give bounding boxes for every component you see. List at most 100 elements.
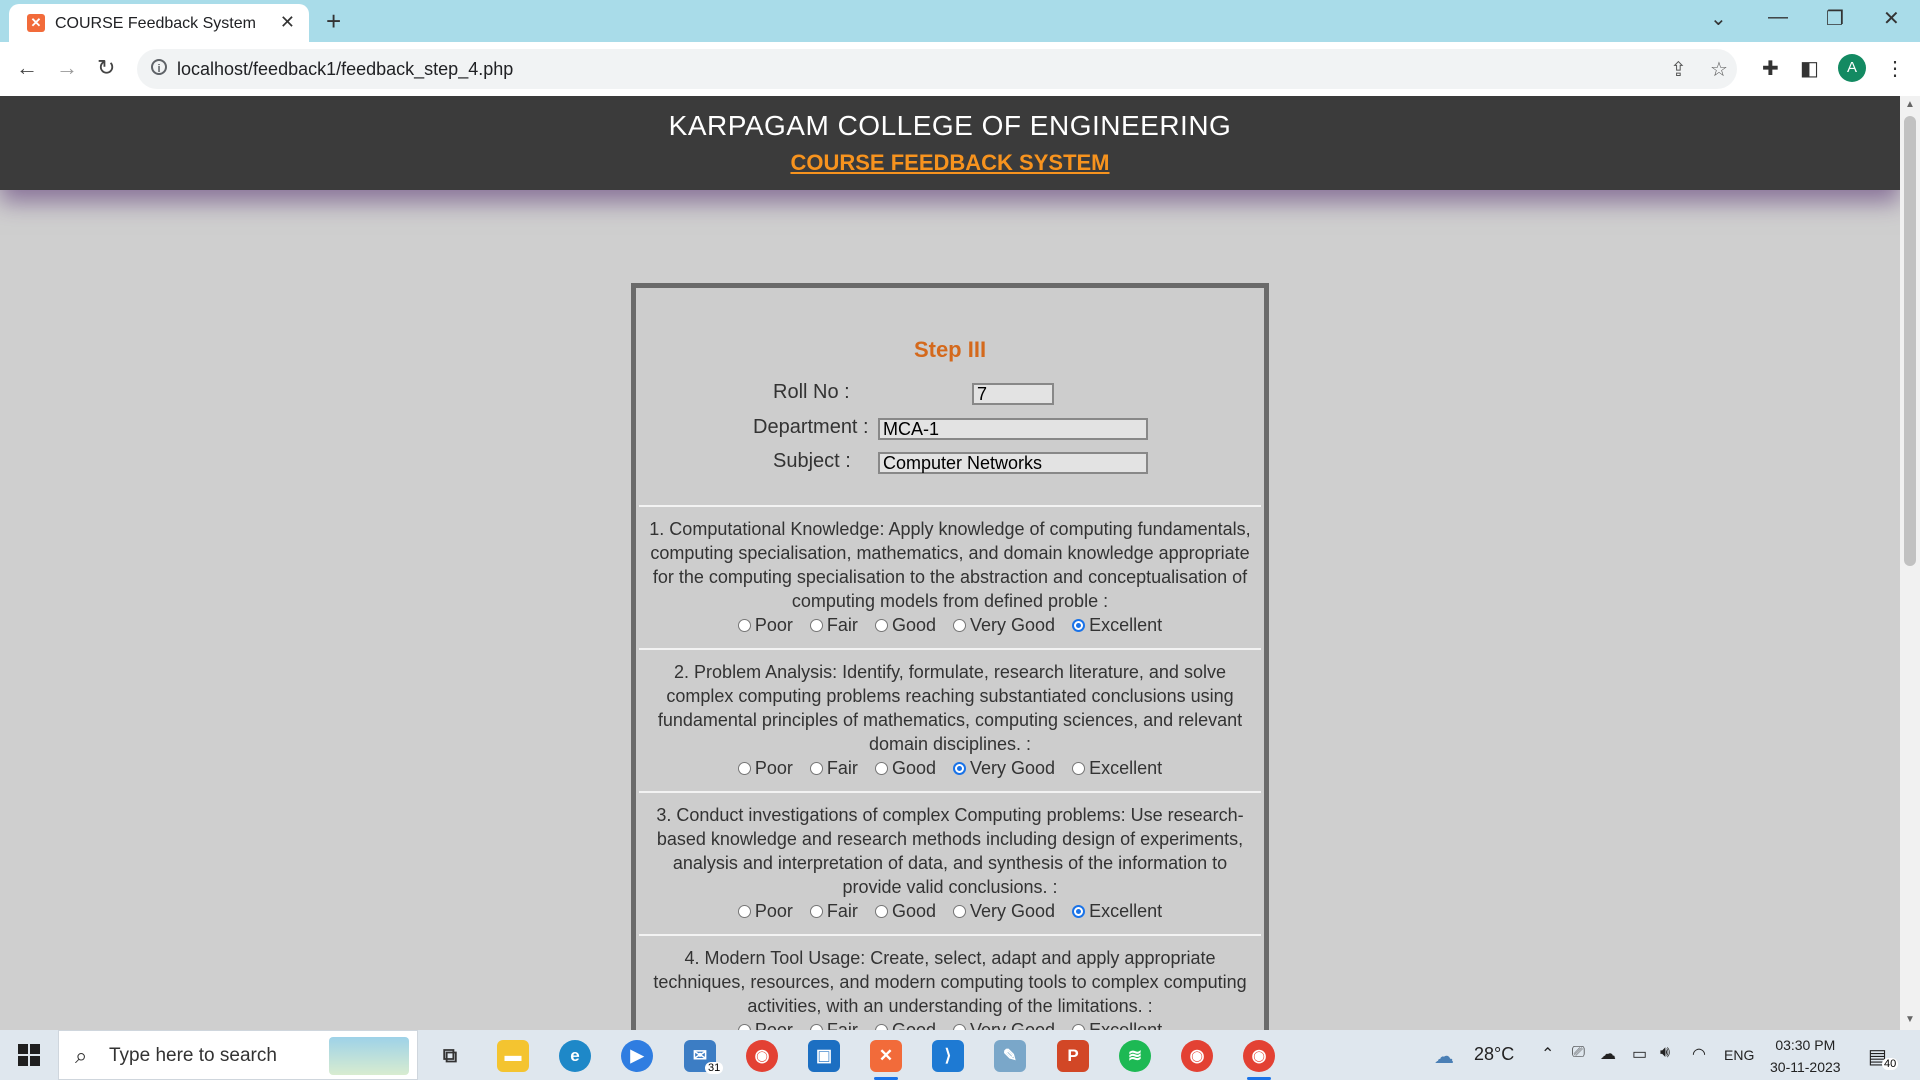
browser-tab[interactable]: ✕ COURSE Feedback System ✕ bbox=[9, 4, 309, 42]
onedrive-icon[interactable]: ☁ bbox=[1600, 1044, 1616, 1064]
radio-button[interactable] bbox=[809, 905, 823, 918]
weather-temperature[interactable]: 28°C bbox=[1474, 1044, 1514, 1065]
radio-button[interactable] bbox=[953, 905, 966, 918]
rating-options: Poor Fair Good Very Good Excellent bbox=[639, 756, 1261, 780]
meet-icon[interactable]: ⎚ bbox=[1572, 1044, 1585, 1062]
battery-icon[interactable]: ▭ bbox=[1632, 1044, 1647, 1064]
radio-button[interactable] bbox=[1072, 619, 1086, 632]
edge-icon[interactable]: e bbox=[559, 1040, 591, 1072]
page-scrollbar[interactable]: ▲ ▼ bbox=[1900, 96, 1920, 1030]
option-poor[interactable]: Poor bbox=[737, 613, 793, 637]
radio-button[interactable] bbox=[874, 762, 888, 775]
radio-button[interactable] bbox=[737, 905, 751, 918]
option-label: Fair bbox=[826, 901, 858, 921]
radio-button[interactable] bbox=[953, 619, 966, 632]
system-clock[interactable]: 03:30 PM 30-11-2023 bbox=[1770, 1034, 1841, 1078]
option-excellent[interactable]: Excellent bbox=[1072, 613, 1162, 637]
mail-badge: 31 bbox=[705, 1062, 724, 1074]
option-label: Excellent bbox=[1089, 758, 1163, 778]
menu-kebab-icon[interactable]: ⋮ bbox=[1885, 56, 1905, 81]
city-skyline-icon bbox=[329, 1037, 409, 1075]
new-tab-button[interactable]: + bbox=[326, 6, 341, 37]
system-title-link[interactable]: COURSE FEEDBACK SYSTEM bbox=[0, 150, 1900, 176]
restore-button[interactable]: ❐ bbox=[1826, 6, 1844, 31]
language-indicator[interactable]: ENG bbox=[1724, 1047, 1754, 1063]
option-good[interactable]: Good bbox=[874, 899, 936, 923]
chrome-profile-icon[interactable]: ◉ bbox=[1181, 1040, 1213, 1072]
radio-button[interactable] bbox=[737, 619, 751, 632]
volume-icon[interactable]: 🔊︎ bbox=[1660, 1044, 1670, 1062]
site-info-icon[interactable]: i bbox=[151, 59, 167, 75]
media-player-icon[interactable]: ▶ bbox=[621, 1040, 653, 1072]
chrome-active-icon[interactable]: ◉ bbox=[1243, 1040, 1275, 1080]
forward-icon[interactable]: → bbox=[56, 55, 78, 81]
option-fair[interactable]: Fair bbox=[809, 613, 858, 637]
option-poor[interactable]: Poor bbox=[737, 899, 793, 923]
option-label: Poor bbox=[754, 901, 793, 921]
tab-close-icon[interactable]: ✕ bbox=[280, 12, 295, 33]
address-bar[interactable]: i localhost/feedback1/feedback_step_4.ph… bbox=[137, 49, 1737, 89]
radio-button[interactable] bbox=[874, 619, 888, 632]
option-fair[interactable]: Fair bbox=[809, 899, 858, 923]
option-label: Excellent bbox=[1089, 615, 1163, 635]
powerpoint-icon[interactable]: P bbox=[1057, 1040, 1089, 1072]
option-good[interactable]: Good bbox=[874, 1018, 936, 1030]
file-explorer-icon[interactable]: ▬ bbox=[497, 1040, 529, 1072]
taskbar-search[interactable]: ⌕ Type here to search bbox=[58, 1030, 418, 1080]
tray-chevron-icon[interactable]: ⌃ bbox=[1541, 1044, 1554, 1064]
option-good[interactable]: Good bbox=[874, 613, 936, 637]
option-excellent[interactable]: Excellent bbox=[1072, 756, 1162, 780]
radio-button[interactable] bbox=[953, 762, 966, 775]
option-fair[interactable]: Fair bbox=[809, 756, 858, 780]
weather-cloud-icon[interactable]: ☁ bbox=[1434, 1044, 1454, 1069]
option-excellent[interactable]: Excellent bbox=[1072, 899, 1162, 923]
tab-search-icon[interactable]: ⌄ bbox=[1710, 6, 1727, 31]
department-label: Department : bbox=[753, 416, 869, 438]
radio-button[interactable] bbox=[737, 762, 751, 775]
radio-button[interactable] bbox=[1072, 762, 1086, 775]
option-very-good[interactable]: Very Good bbox=[953, 899, 1055, 923]
scroll-up-icon[interactable]: ▲ bbox=[1905, 99, 1915, 110]
radio-button[interactable] bbox=[809, 619, 823, 632]
task-view-icon[interactable]: ⧉ bbox=[434, 1040, 466, 1072]
chrome-icon[interactable]: ◉ bbox=[746, 1040, 778, 1072]
radio-button[interactable] bbox=[874, 905, 888, 918]
close-window-button[interactable]: ✕ bbox=[1883, 6, 1900, 31]
roll-input[interactable]: 7 bbox=[972, 383, 1054, 405]
url-text[interactable]: localhost/feedback1/feedback_step_4.php bbox=[177, 59, 513, 80]
option-good[interactable]: Good bbox=[874, 756, 936, 780]
subject-input[interactable]: Computer Networks bbox=[878, 452, 1148, 474]
radio-button[interactable] bbox=[1072, 905, 1086, 918]
notepad-icon[interactable]: ✎ bbox=[994, 1040, 1026, 1072]
spotify-icon[interactable]: ≋ bbox=[1119, 1040, 1151, 1072]
minimize-button[interactable]: — bbox=[1768, 6, 1788, 29]
department-input[interactable]: MCA-1 bbox=[878, 418, 1148, 440]
option-poor[interactable]: Poor bbox=[737, 756, 793, 780]
windows-start-icon[interactable] bbox=[18, 1044, 40, 1066]
question-4: 4. Modern Tool Usage: Create, select, ad… bbox=[639, 934, 1261, 1030]
question-text: 2. Problem Analysis: Identify, formulate… bbox=[657, 662, 1243, 754]
xampp-taskbar-icon[interactable]: ✕ bbox=[870, 1040, 902, 1080]
option-label: Good bbox=[891, 758, 936, 778]
radio-button[interactable] bbox=[809, 762, 823, 775]
wifi-icon[interactable]: ◠ bbox=[1692, 1044, 1706, 1064]
vscode-icon[interactable]: ⟩ bbox=[932, 1040, 964, 1072]
scrollbar-thumb[interactable] bbox=[1904, 116, 1916, 566]
option-very-good[interactable]: Very Good bbox=[953, 613, 1055, 637]
option-excellent[interactable]: Excellent bbox=[1072, 1018, 1162, 1030]
share-icon[interactable]: ⇪ bbox=[1670, 57, 1687, 82]
option-fair[interactable]: Fair bbox=[809, 1018, 858, 1030]
rating-options: Poor Fair Good Very Good Excellent bbox=[639, 1018, 1261, 1030]
profile-avatar[interactable]: A bbox=[1838, 54, 1866, 82]
desktop-app-icon[interactable]: ▣ bbox=[808, 1040, 840, 1072]
option-label: Good bbox=[891, 615, 936, 635]
option-very-good[interactable]: Very Good bbox=[953, 1018, 1055, 1030]
scroll-down-icon[interactable]: ▼ bbox=[1905, 1014, 1915, 1025]
extensions-icon[interactable]: ✚ bbox=[1762, 56, 1779, 81]
back-icon[interactable]: ← bbox=[16, 55, 38, 81]
option-poor[interactable]: Poor bbox=[737, 1018, 793, 1030]
side-panel-icon[interactable]: ◧ bbox=[1800, 56, 1819, 81]
bookmark-star-icon[interactable]: ☆ bbox=[1710, 57, 1728, 82]
reload-icon[interactable]: ↻ bbox=[97, 55, 115, 81]
option-very-good[interactable]: Very Good bbox=[953, 756, 1055, 780]
